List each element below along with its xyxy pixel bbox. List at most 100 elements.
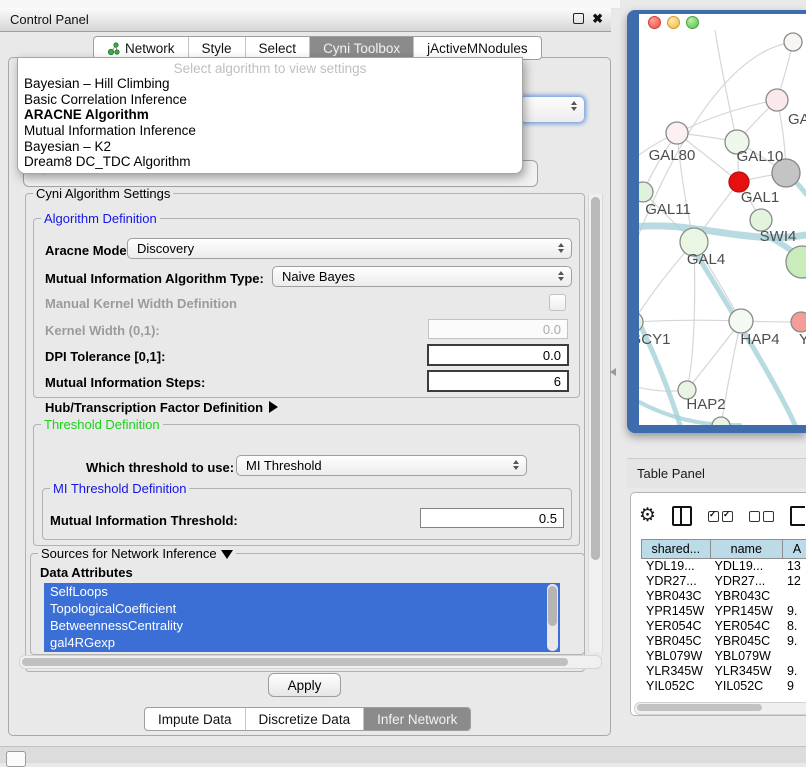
attribute-item-selfloops[interactable]: SelfLoops [44, 583, 560, 600]
attribute-item-topologicalcoefficient[interactable]: TopologicalCoefficient [44, 600, 560, 617]
table-row[interactable]: YBR045CYBR045C9. [641, 634, 806, 649]
select-all-icon[interactable] [708, 511, 733, 522]
bottom-bar [0, 746, 806, 763]
gear-icon[interactable]: ⚙ [639, 506, 656, 526]
algorithm-item-bayesian-hill-climbing[interactable]: Bayesian – Hill Climbing [18, 76, 522, 92]
column-header-name[interactable]: name [710, 539, 782, 559]
settings-horizontal-scrollbar[interactable] [19, 655, 602, 669]
node-label-hap4: HAP4 [740, 331, 779, 348]
column-header-shared[interactable]: shared... [641, 539, 710, 559]
node-label-gal11: GAL11 [645, 201, 691, 218]
panel-resize-arrow-icon[interactable] [610, 368, 616, 376]
mi-steps-field[interactable]: 6 [427, 370, 569, 392]
table-cell: 9. [782, 604, 806, 619]
table-cell: YLR345W [710, 664, 782, 679]
table-row[interactable]: YER054CYER054C8. [641, 619, 806, 634]
kernel-width-label: Kernel Width (0,1): [45, 323, 160, 338]
kernel-width-field[interactable]: 0.0 [428, 319, 568, 339]
data-attributes-list[interactable]: SelfLoopsTopologicalCoefficientBetweenne… [44, 583, 560, 652]
table-row[interactable]: YDR27...YDR27...12 [641, 574, 806, 589]
node-label-gal4: GAL4 [687, 251, 725, 268]
table-cell: YER054C [710, 619, 782, 634]
dpi-tolerance-field[interactable]: 0.0 [427, 344, 569, 366]
apply-button[interactable]: Apply [268, 673, 341, 697]
table-row[interactable]: YLR345WYLR345W9. [641, 664, 806, 679]
column-icon[interactable] [790, 506, 805, 526]
algorithm-item-mutual-information-inference[interactable]: Mutual Information Inference [18, 123, 522, 139]
column-header-a[interactable]: A [782, 539, 806, 559]
close-panel-icon[interactable]: ✖ [592, 12, 603, 25]
float-panel-icon[interactable] [573, 13, 584, 24]
mi-steps-label: Mutual Information Steps: [45, 375, 205, 390]
tab-jactivemnodules[interactable]: jActiveMNodules [414, 37, 541, 59]
node-label-gal80: GAL80 [649, 147, 696, 164]
table-row[interactable]: YBL079WYBL079W [641, 649, 806, 664]
which-threshold-combobox[interactable]: MI Threshold [236, 455, 527, 476]
node-table[interactable]: shared...nameA YDL19...YDL19...13YDR27..… [641, 539, 806, 699]
node-label-swi4: SWI4 [760, 228, 797, 245]
algorithm-item-aracne-algorithm[interactable]: ARACNE Algorithm [18, 107, 522, 123]
node-label-gal1: GAL1 [741, 189, 779, 206]
tab-select[interactable]: Select [246, 37, 311, 59]
table-cell [782, 649, 806, 664]
tab-style[interactable]: Style [189, 37, 246, 59]
tab-label: Impute Data [158, 712, 232, 727]
attribute-item-betweennesscentrality[interactable]: BetweennessCentrality [44, 617, 560, 634]
network-window: GALGAL80GAL10GAL1SWI4GAL11GAL4GCY1HAP4YH… [627, 10, 806, 433]
tab-label: Style [202, 41, 232, 56]
table-row[interactable]: YDL19...YDL19...13 [641, 559, 806, 574]
network-graph[interactable]: GALGAL80GAL10GAL1SWI4GAL11GAL4GCY1HAP4YH… [639, 14, 806, 425]
network-edge [639, 320, 741, 322]
tab-infer-network[interactable]: Infer Network [364, 708, 470, 730]
node-gal11[interactable] [639, 182, 653, 202]
attributes-scrollbar[interactable] [547, 584, 558, 651]
node-gal80[interactable] [666, 122, 688, 144]
node-top-partial[interactable] [784, 33, 802, 51]
table-cell: YIL052C [641, 679, 710, 694]
tab-impute-data[interactable]: Impute Data [145, 708, 246, 730]
hub-definition-toggle[interactable]: Hub/Transcription Factor Definition [45, 400, 278, 415]
node-hap4[interactable] [729, 309, 753, 333]
mi-type-combobox[interactable]: Naive Bayes [272, 266, 572, 287]
aracne-mode-combobox[interactable]: Discovery [127, 238, 572, 259]
table-row[interactable]: YIL052CYIL052C9 [641, 679, 806, 694]
node-label-y: Y [799, 331, 806, 348]
collapse-down-icon[interactable] [221, 550, 233, 559]
node-salmon[interactable] [791, 312, 806, 332]
tab-discretize-data[interactable]: Discretize Data [246, 708, 365, 730]
threshold-definition-title: Threshold Definition [41, 417, 163, 432]
tab-cyni-toolbox[interactable]: Cyni Toolbox [310, 37, 414, 59]
table-horizontal-scrollbar[interactable] [634, 702, 806, 715]
node-label-gal: GAL [788, 111, 806, 128]
settings-vertical-scrollbar[interactable] [588, 194, 603, 652]
tab-label: Select [259, 41, 297, 56]
network-canvas[interactable]: GALGAL80GAL10GAL1SWI4GAL11GAL4GCY1HAP4YH… [639, 14, 806, 425]
node-label-gal10: GAL10 [737, 148, 784, 165]
table-cell [782, 589, 806, 604]
tab-label: jActiveMNodules [427, 41, 528, 56]
split-columns-icon[interactable] [672, 506, 692, 526]
table-panel-title: Table Panel [637, 466, 705, 481]
node-gal7[interactable] [766, 89, 788, 111]
control-panel-titlebar: Control Panel ✖ [0, 8, 611, 32]
sources-title[interactable]: Sources for Network Inference [38, 546, 236, 561]
algorithm-item-basic-correlation-inference[interactable]: Basic Correlation Inference [18, 92, 522, 108]
table-cell: 13 [782, 559, 806, 574]
algorithm-popup: Select algorithm to view settings Bayesi… [17, 57, 523, 174]
expand-right-icon[interactable] [269, 401, 278, 413]
algorithm-combobox-fragment[interactable] [519, 96, 585, 123]
table-row[interactable]: YBR043CYBR043C [641, 589, 806, 604]
tab-network[interactable]: Network [94, 37, 189, 59]
mi-threshold-field[interactable]: 0.5 [420, 508, 564, 528]
node-label-hap2: HAP2 [686, 396, 725, 413]
table-cell: YBR043C [710, 589, 782, 604]
table-cell: YBR043C [641, 589, 710, 604]
deselect-all-icon[interactable] [749, 511, 774, 522]
manual-kernel-label: Manual Kernel Width Definition [45, 296, 237, 311]
node-bottom-partial[interactable] [712, 417, 730, 425]
table-row[interactable]: YPR145WYPR145W9. [641, 604, 806, 619]
algorithm-item-dream8-dc-tdc-algorithm[interactable]: Dream8 DC_TDC Algorithm [18, 154, 522, 170]
attribute-item-gal4rgexp[interactable]: gal4RGexp [44, 634, 560, 651]
manual-kernel-checkbox[interactable] [549, 294, 566, 311]
algorithm-item-bayesian-k2[interactable]: Bayesian – K2 [18, 139, 522, 155]
